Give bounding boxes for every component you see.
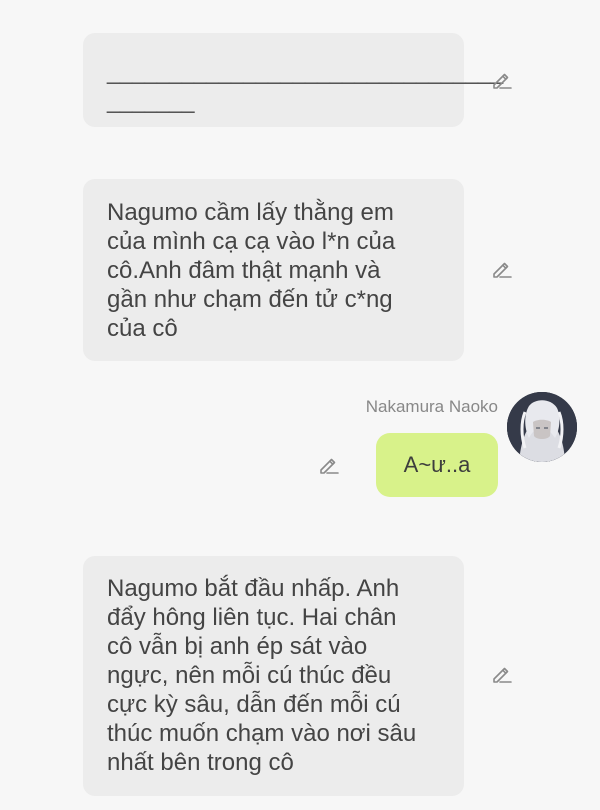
avatar-image: [507, 392, 577, 462]
narration-bubble[interactable]: Nagumo cầm lấy thằng em của mình cạ cạ v…: [83, 179, 464, 361]
narration-text: ________________________________ _______: [107, 58, 503, 114]
pencil-icon: [493, 667, 512, 683]
narration-bubble[interactable]: Nagumo bắt đầu nhấp. Anh đẩy hông liên t…: [83, 556, 464, 796]
edit-button[interactable]: [489, 661, 515, 687]
reply-bubble[interactable]: A~ư..a: [376, 433, 498, 497]
narration-bubble[interactable]: ________________________________ _______: [83, 33, 503, 127]
narration-text: Nagumo cầm lấy thằng em của mình cạ cạ v…: [107, 199, 396, 342]
edit-button[interactable]: [489, 256, 515, 282]
sender-name: Nakamura Naoko: [365, 397, 498, 416]
edit-button[interactable]: [489, 67, 515, 93]
narration-text: Nagumo bắt đầu nhấp. Anh đẩy hông liên t…: [107, 575, 417, 776]
pencil-icon: [493, 73, 512, 89]
edit-button[interactable]: [316, 452, 342, 478]
pencil-icon: [320, 458, 339, 474]
avatar[interactable]: [507, 392, 577, 462]
pencil-icon: [493, 262, 512, 278]
